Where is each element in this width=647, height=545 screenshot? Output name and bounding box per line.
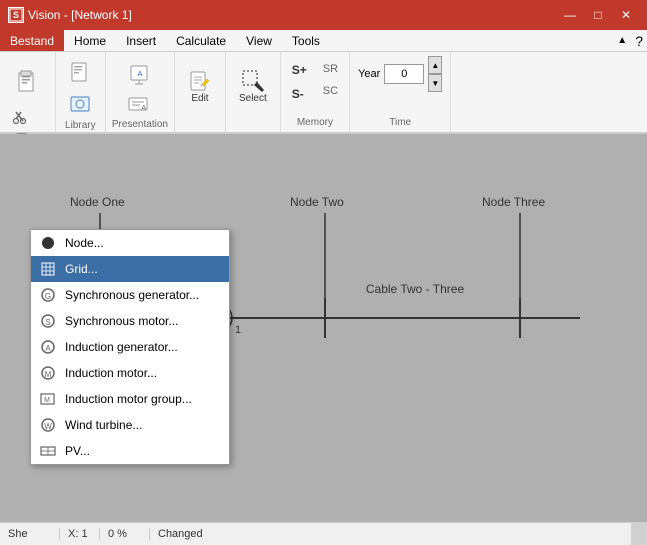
window-controls: — □ ✕ [557,5,639,25]
maximize-button[interactable]: □ [585,5,611,25]
ctx-grid[interactable]: Grid... [31,256,229,282]
edit-label: Edit [191,93,208,104]
svg-text:Cable Two - Three: Cable Two - Three [366,282,465,296]
svg-text:Node Three: Node Three [482,195,545,209]
library-label: Library [65,118,96,131]
close-button[interactable]: ✕ [613,5,639,25]
resize-handle [631,523,647,545]
year-down-arrow[interactable]: ▼ [428,74,442,92]
lib-btn2[interactable] [63,90,97,118]
sc-button[interactable]: SC [318,82,343,100]
cut-button[interactable] [8,108,46,128]
ctx-sync-gen[interactable]: G Synchronous generator... [31,282,229,308]
menu-bestand[interactable]: Bestand [0,30,64,51]
status-x: X: 1 [60,528,100,540]
ribbon-group-presentation: A A Presentation [106,52,175,132]
ctx-wind-turbine[interactable]: W Wind turbine... [31,412,229,438]
svg-text:S: S [13,10,19,20]
ctx-grid-label: Grid... [65,262,98,276]
ctx-ind-gen-label: Induction generator... [65,340,178,354]
status-sheet: She [0,528,60,540]
select-label: Select [239,93,267,104]
ctx-node[interactable]: Node... [31,230,229,256]
sm-button[interactable]: S- [287,84,312,104]
year-up-arrow[interactable]: ▲ [428,56,442,74]
select-button[interactable]: Select [232,64,274,109]
ribbon-group-clipboard: Clipboard [0,52,56,132]
ctx-ind-gen[interactable]: A Induction generator... [31,334,229,360]
menu-insert[interactable]: Insert [116,30,166,51]
wind-turbine-icon: W [39,416,57,434]
svg-text:W: W [44,422,52,431]
ctx-ind-motor-group-label: Induction motor group... [65,392,192,406]
memory-label: Memory [287,115,343,128]
menu-tools[interactable]: Tools [282,30,330,51]
select-icon [241,69,265,93]
paste-button[interactable] [8,56,46,106]
svg-text:A: A [45,344,51,353]
edit-icon [188,69,212,93]
pres-btn1[interactable]: A [123,59,157,91]
sync-gen-icon: G [39,286,57,304]
svg-text:M: M [45,370,52,379]
menu-calculate[interactable]: Calculate [166,30,236,51]
ctx-node-label: Node... [65,236,104,250]
menu-home[interactable]: Home [64,30,116,51]
svg-text:A: A [141,105,146,112]
svg-text:G: G [45,292,51,301]
ctx-sync-gen-label: Synchronous generator... [65,288,199,302]
status-changed: Changed [150,528,631,540]
ribbon-group-library: Library [56,52,106,132]
menu-bar: Bestand Home Insert Calculate View Tools… [0,30,647,52]
ribbon-group-select: Select - [226,52,280,132]
app-icon: S [8,7,24,23]
pv-icon [39,442,57,460]
lib-btn1[interactable] [63,56,97,88]
ribbon-group-edit: Edit - [175,52,226,132]
menu-view[interactable]: View [236,30,282,51]
node-icon [39,234,57,252]
time-label: Time [358,115,442,128]
presentation-label: Presentation [112,117,168,130]
svg-text:M: M [44,397,50,404]
ctx-ind-motor[interactable]: M Induction motor... [31,360,229,386]
ribbon: Clipboard [0,52,647,134]
canvas-area[interactable]: Cable Two - Three 1 Node One Node Two No… [0,134,647,522]
ind-motor-icon: M [39,364,57,382]
ind-gen-icon: A [39,338,57,356]
context-menu: Node... Grid... G [30,229,230,465]
minimize-button[interactable]: — [557,5,583,25]
ctx-pv-label: PV... [65,444,90,458]
ctx-ind-motor-label: Induction motor... [65,366,157,380]
status-bar: She X: 1 0 % Changed [0,522,647,544]
year-label: Year [358,68,380,80]
year-input[interactable] [384,64,424,84]
sync-motor-icon: S [39,312,57,330]
ctx-ind-motor-group[interactable]: M Induction motor group... [31,386,229,412]
paste-icon [15,69,39,93]
title-bar: S Vision - [Network 1] — □ ✕ [0,0,647,30]
pres-btn2[interactable]: A [123,93,157,115]
svg-text:1: 1 [235,324,241,336]
svg-text:A: A [138,71,143,78]
sp-button[interactable]: S+ [287,60,312,80]
window-title: Vision - [Network 1] [28,8,132,22]
ind-motor-group-icon: M [39,390,57,408]
status-zoom: 0 % [100,528,150,540]
svg-text:Node Two: Node Two [290,195,344,209]
ctx-sync-motor[interactable]: S Synchronous motor... [31,308,229,334]
ctx-wind-turbine-label: Wind turbine... [65,418,142,432]
ctx-pv[interactable]: PV... [31,438,229,464]
ctx-sync-motor-label: Synchronous motor... [65,314,178,328]
ribbon-collapse[interactable]: ▲ ? [613,33,647,49]
edit-button[interactable]: Edit [181,64,219,109]
svg-text:S: S [45,318,50,327]
grid-icon [39,260,57,278]
sr-button[interactable]: SR [318,60,343,78]
svg-text:Node One: Node One [70,195,125,209]
